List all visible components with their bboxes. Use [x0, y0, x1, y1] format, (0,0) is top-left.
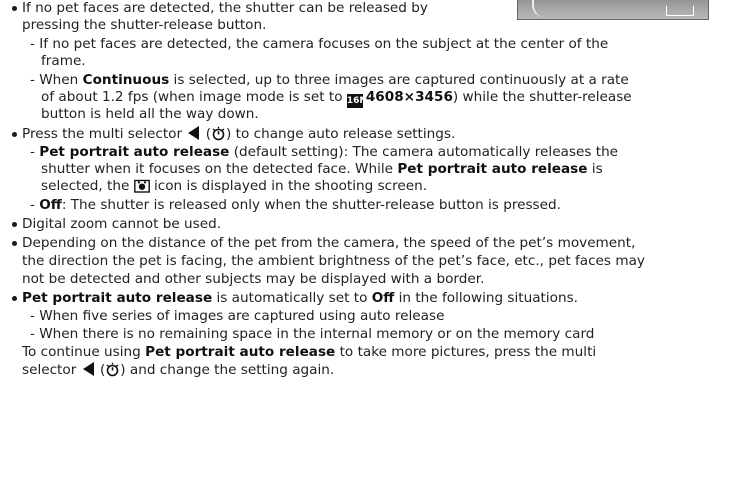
continue-line-1: To continue using Pet portrait auto rele… — [22, 344, 597, 360]
dash-3: - Pet portrait auto release (default set… — [30, 144, 619, 160]
bullet-4-line-3: not be detected and other subjects may b… — [22, 271, 485, 287]
self-timer-icon — [106, 362, 119, 377]
image-mode-size: 4608×3456 — [365, 89, 453, 105]
bullet-1-line-2: pressing the shutter-release button. — [22, 17, 267, 33]
bullet-dot — [12, 296, 17, 301]
pet-portrait-term: Pet portrait auto release — [39, 144, 230, 160]
pet-portrait-icon — [133, 179, 150, 193]
dash-3-line-2: shutter when it focuses on the detected … — [41, 161, 603, 177]
dash-1-line-2: frame. — [41, 53, 86, 69]
dash-1: - If no pet faces are detected, the came… — [30, 36, 609, 52]
dash-6: - When there is no remaining space in th… — [30, 326, 595, 342]
dash-2: - When Continuous is selected, up to thr… — [30, 72, 629, 88]
bullet-5-line-1: Pet portrait auto release is automatical… — [22, 290, 578, 306]
bullet-3-line-1: Digital zoom cannot be used. — [22, 216, 222, 232]
off-term: Off — [39, 197, 62, 213]
bullet-1-line-1: If no pet faces are detected, the shutte… — [22, 0, 428, 16]
bullet-dot — [12, 6, 17, 11]
camera-screen-thumbnail — [517, 0, 709, 20]
continuous-term: Continuous — [82, 72, 170, 88]
dash-2-line-3: button is held all the way down. — [41, 106, 259, 122]
self-timer-icon — [212, 126, 225, 141]
multi-selector-left-icon — [188, 126, 200, 140]
bullet-dot — [12, 132, 17, 137]
image-mode-icon: 16M — [346, 94, 369, 108]
bullet-dot — [12, 222, 17, 227]
continue-line-2: selector () and change the setting again… — [22, 362, 335, 378]
bullet-4-line-2: the direction the pet is facing, the amb… — [22, 253, 645, 269]
dash-1-text: If no pet faces are detected, the camera… — [39, 36, 609, 52]
manual-page: If no pet faces are detected, the shutte… — [0, 0, 738, 478]
dash-5: - When five series of images are capture… — [30, 308, 445, 324]
multi-selector-left-icon — [82, 362, 94, 376]
bullet-4-line-1: Depending on the distance of the pet fro… — [22, 235, 636, 251]
bullet-2-line-1: Press the multi selector () to change au… — [22, 126, 456, 142]
bullet-dot — [12, 241, 17, 246]
dash-3-line-3: selected, the icon is displayed in the s… — [41, 178, 428, 194]
dash-4: - Off: The shutter is released only when… — [30, 197, 561, 213]
